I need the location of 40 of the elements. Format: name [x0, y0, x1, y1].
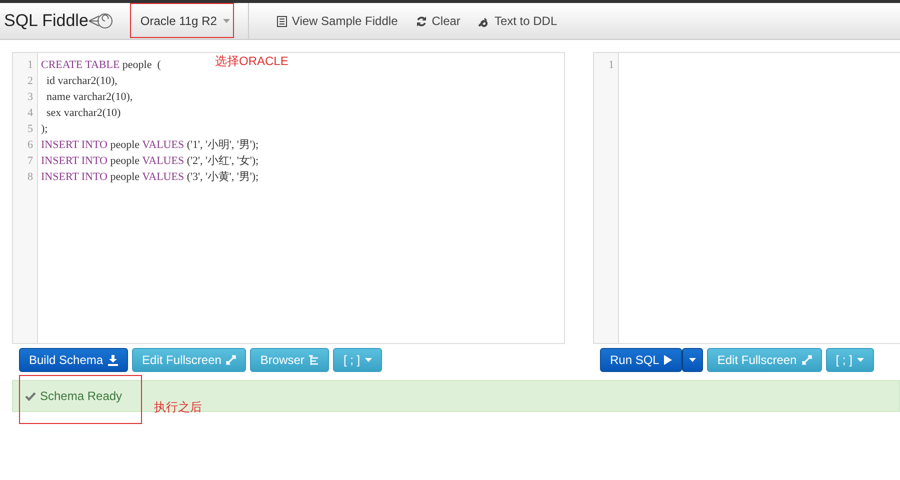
- annotation-text: 执行之后: [154, 399, 202, 416]
- tree-icon: [309, 355, 320, 365]
- line-number: 1: [26, 58, 34, 73]
- code-line: sex varchar2(10): [46, 106, 121, 121]
- build-schema-button[interactable]: Build Schema: [19, 348, 128, 372]
- line-number: 5: [26, 122, 34, 137]
- line-number: 6: [26, 138, 34, 153]
- download-icon: [108, 354, 118, 366]
- caret-icon: [857, 358, 864, 362]
- code-line: name varchar2(10),: [46, 90, 133, 105]
- line-number: 3: [26, 90, 34, 105]
- code-line: INSERT INTO people VALUES ('1', '小明', '男');: [41, 138, 259, 153]
- line-number: 8: [26, 170, 34, 185]
- status-message: Schema Ready: [25, 389, 122, 403]
- code-line: );: [41, 122, 48, 137]
- code-line: id varchar2(10),: [46, 74, 118, 89]
- nav-link[interactable]: Text to DDL: [478, 14, 558, 28]
- expand-arrow-icon: [226, 355, 236, 365]
- annotation-text: 选择ORACLE: [215, 53, 288, 70]
- line-number: 2: [26, 74, 34, 89]
- refresh-icon: [416, 16, 427, 26]
- caret-icon: [689, 358, 696, 362]
- caret-icon: [365, 358, 372, 362]
- database-dropdown[interactable]: Oracle 11g R2: [140, 14, 230, 28]
- expand-arrow-icon: [802, 355, 812, 365]
- dropdown-toggle[interactable]: [682, 348, 704, 372]
- checkmark-icon: [25, 392, 36, 400]
- play-icon: [664, 355, 672, 365]
- list-icon: [276, 16, 287, 26]
- run-sql-button[interactable]: Run SQL: [600, 348, 682, 372]
- nav-link[interactable]: Clear: [416, 14, 460, 28]
- code-line: INSERT INTO people VALUES ('3', '小黄', '男');: [41, 170, 259, 185]
- code-line: CREATE TABLE people (: [41, 58, 161, 73]
- code-line: INSERT INTO people VALUES ('2', '小红', '女');: [41, 154, 259, 169]
- line-number: 7: [26, 154, 34, 169]
- line-number: 1: [608, 58, 615, 73]
- line-number: 4: [26, 106, 34, 121]
- brand-logo[interactable]: SQL Fiddle: [0, 11, 132, 31]
- caret-icon: [222, 19, 230, 23]
- nav-link[interactable]: View Sample Fiddle: [276, 14, 398, 28]
